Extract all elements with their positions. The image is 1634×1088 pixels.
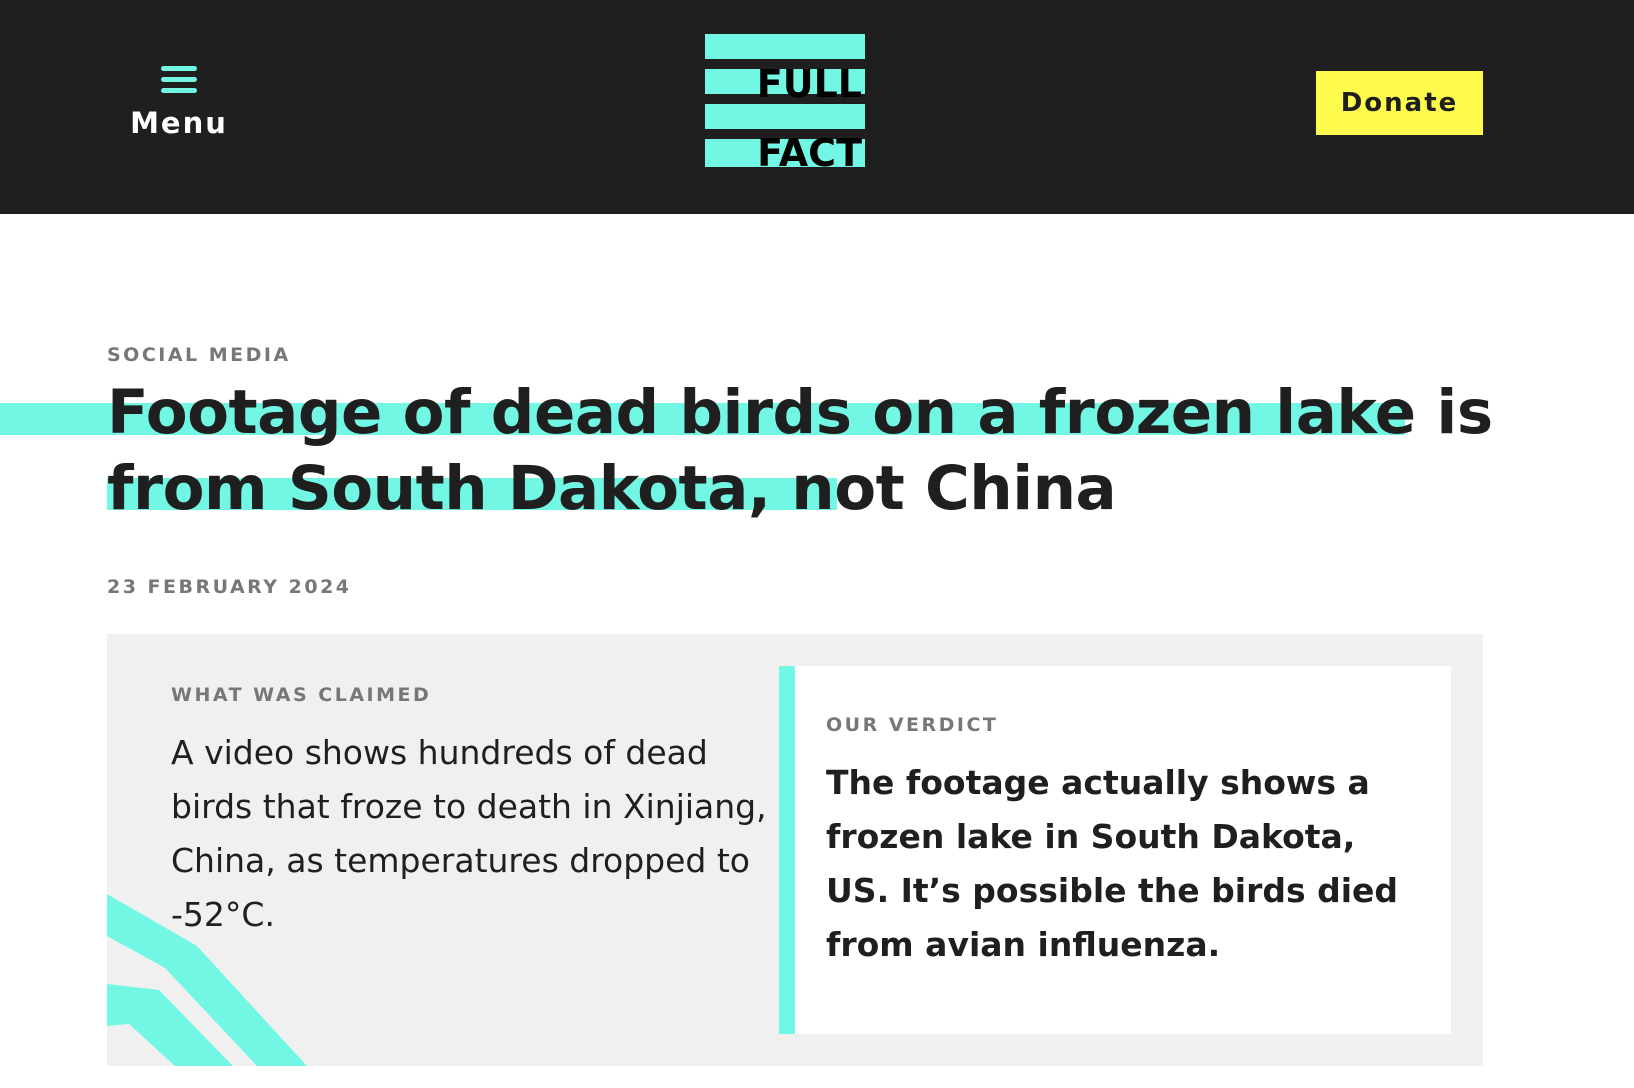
donate-button[interactable]: Donate	[1316, 71, 1483, 135]
hamburger-icon[interactable]	[161, 60, 197, 93]
claim-panel: WHAT WAS CLAIMED A video shows hundreds …	[107, 634, 1483, 1066]
title-wrap: Footage of dead birds on a frozen lake i…	[0, 375, 1634, 525]
verdict-label: OUR VERDICT	[826, 714, 999, 736]
verdict-box: OUR VERDICT The footage actually shows a…	[779, 666, 1451, 1034]
verdict-section: OUR VERDICT The footage actually shows a…	[826, 714, 1426, 972]
svg-text:FULL: FULL	[757, 62, 862, 106]
claim-label: WHAT WAS CLAIMED	[171, 684, 432, 706]
menu-label: Menu	[130, 106, 228, 140]
menu-button[interactable]: Menu	[124, 60, 234, 160]
claim-section: WHAT WAS CLAIMED A video shows hundreds …	[171, 684, 771, 942]
page-title: Footage of dead birds on a frozen lake i…	[107, 377, 1493, 524]
site-header: Menu FULL FACT Donate	[0, 0, 1634, 214]
publish-date: 23 FEBRUARY 2024	[107, 576, 352, 598]
claim-text: A video shows hundreds of dead birds tha…	[171, 733, 767, 934]
verdict-text: The footage actually shows a frozen lake…	[826, 763, 1399, 964]
article-category[interactable]: SOCIAL MEDIA	[107, 344, 291, 366]
svg-text:FACT: FACT	[757, 131, 862, 167]
full-fact-logo[interactable]: FULL FACT	[705, 34, 865, 175]
